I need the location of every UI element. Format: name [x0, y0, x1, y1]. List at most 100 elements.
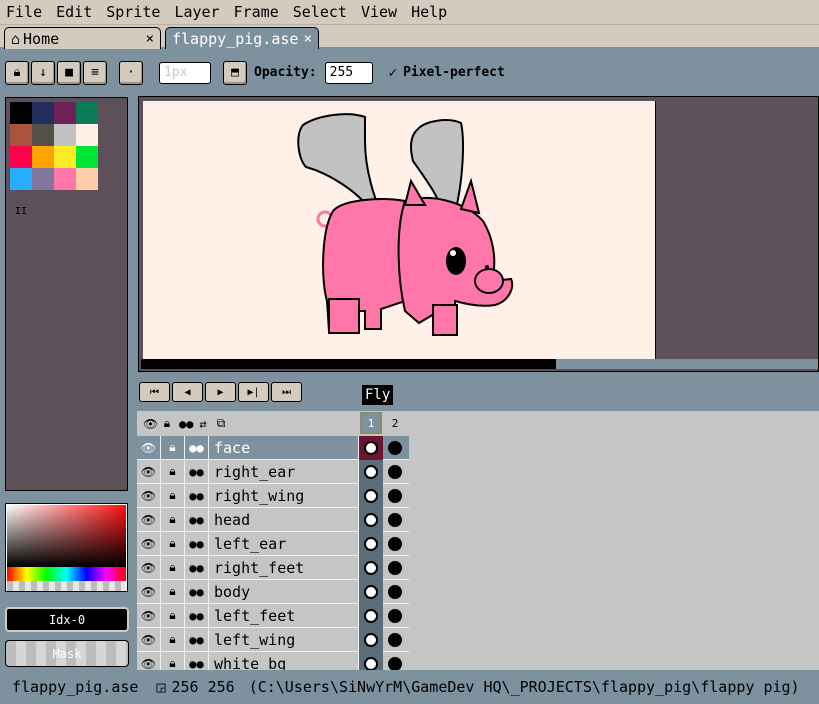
cel-frame-2[interactable] — [383, 604, 407, 628]
layer-row[interactable]: 👁︎ 🔒︎ ●● right_feet — [137, 555, 409, 580]
layer-name[interactable]: right_feet — [209, 555, 359, 580]
pixel-perfect-checkbox[interactable]: ✓ Pixel-perfect — [389, 65, 505, 81]
layer-row[interactable]: 👁︎ 🔒︎ ●● face — [137, 435, 409, 460]
layer-name[interactable]: left_ear — [209, 531, 359, 556]
lock-icon[interactable]: 🔒︎ — [5, 60, 29, 85]
layer-name[interactable]: body — [209, 579, 359, 604]
lock-icon[interactable]: 🔒︎ — [161, 416, 173, 431]
layer-row[interactable]: 👁︎ 🔒︎ ●● body — [137, 579, 409, 604]
lock-icon[interactable]: 🔒︎ — [161, 531, 185, 556]
continuous-icon[interactable]: ●● — [185, 459, 209, 484]
palette-swatch[interactable] — [76, 146, 98, 168]
lock-icon[interactable]: 🔒︎ — [161, 603, 185, 628]
menu-frame[interactable]: Frame — [227, 0, 286, 25]
frame-header-2[interactable]: 2 — [384, 412, 406, 434]
foreground-color-index[interactable]: Idx-0 — [5, 607, 129, 632]
layer-row[interactable]: 👁︎ 🔒︎ ●● head — [137, 507, 409, 532]
lock-icon[interactable]: 🔒︎ — [161, 579, 185, 604]
cel-frame-2[interactable] — [383, 580, 407, 604]
menu-edit[interactable]: Edit — [49, 0, 99, 25]
eye-icon[interactable]: 👁︎ — [137, 603, 161, 628]
continuous-icon[interactable]: ●● — [185, 483, 209, 508]
continuous-icon[interactable]: ●● — [185, 555, 209, 580]
palette-swatch[interactable] — [54, 102, 76, 124]
menu-lines-icon[interactable]: ≡ — [83, 60, 107, 85]
lock-icon[interactable]: 🔒︎ — [161, 507, 185, 532]
play-icon[interactable]: ▶ — [205, 382, 236, 402]
next-frame-icon[interactable]: ▶| — [238, 382, 269, 402]
palette-swatch[interactable] — [32, 168, 54, 190]
layer-name[interactable]: right_wing — [209, 483, 359, 508]
palette-swatch[interactable] — [10, 146, 32, 168]
previous-frame-icon[interactable]: ◀ — [172, 382, 203, 402]
layer-row[interactable]: 👁︎ 🔒︎ ●● right_wing — [137, 483, 409, 508]
eye-icon[interactable]: 👁︎ — [137, 579, 161, 604]
palette-swatch[interactable] — [10, 168, 32, 190]
menu-view[interactable]: View — [354, 0, 404, 25]
lock-icon[interactable]: 🔒︎ — [161, 627, 185, 652]
saturation-value-box[interactable] — [7, 505, 126, 567]
layer-name[interactable]: left_wing — [209, 627, 359, 652]
close-icon[interactable]: × — [304, 31, 312, 47]
palette-more-indicator[interactable]: II — [15, 206, 27, 217]
menu-help[interactable]: Help — [404, 0, 454, 25]
cel-frame-1[interactable] — [359, 627, 383, 652]
eye-icon[interactable]: 👁︎ — [137, 507, 161, 532]
layer-name[interactable]: head — [209, 507, 359, 532]
close-icon[interactable]: × — [146, 31, 154, 47]
opacity-input[interactable]: 255 — [324, 61, 373, 84]
frame-header-1[interactable]: 1 — [360, 412, 382, 434]
cel-frame-2[interactable] — [383, 628, 407, 652]
eye-icon[interactable]: 👁︎ — [137, 483, 161, 508]
layer-row[interactable]: 👁︎ 🔒︎ ●● left_feet — [137, 603, 409, 628]
animation-tag[interactable]: Fly — [362, 385, 394, 405]
eye-icon[interactable]: 👁︎ — [137, 459, 161, 484]
palette-swatch[interactable] — [32, 146, 54, 168]
cel-frame-2[interactable] — [383, 436, 407, 460]
lock-icon[interactable]: 🔒︎ — [161, 435, 185, 460]
square-brush-icon[interactable]: ■ — [57, 60, 81, 85]
scrollbar-thumb[interactable] — [141, 359, 556, 369]
layer-name[interactable]: face — [209, 435, 359, 460]
palette-swatch[interactable] — [10, 124, 32, 146]
eye-icon[interactable]: 👁︎ — [137, 531, 161, 556]
sprite-canvas[interactable] — [143, 101, 656, 359]
palette-swatch[interactable] — [76, 102, 98, 124]
continuous-icon[interactable]: ●● — [185, 531, 209, 556]
menu-layer[interactable]: Layer — [167, 0, 226, 25]
cel-frame-1[interactable] — [359, 507, 383, 532]
cel-frame-2[interactable] — [383, 484, 407, 508]
color-picker[interactable] — [5, 503, 128, 592]
menu-sprite[interactable]: Sprite — [99, 0, 167, 25]
palette-swatch[interactable] — [32, 124, 54, 146]
lock-icon[interactable]: 🔒︎ — [161, 555, 185, 580]
palette-swatch[interactable] — [76, 124, 98, 146]
layer-row[interactable]: 👁︎ 🔒︎ ●● right_ear — [137, 459, 409, 484]
hue-slider[interactable] — [7, 567, 126, 581]
eye-icon[interactable]: 👁︎ — [137, 627, 161, 652]
cel-frame-2[interactable] — [383, 532, 407, 556]
onion-skin-icon[interactable]: ⧉ — [215, 416, 227, 431]
palette-swatch[interactable] — [54, 168, 76, 190]
cel-frame-1[interactable] — [359, 531, 383, 556]
background-color-mask[interactable]: Mask — [5, 640, 129, 667]
tab-home[interactable]: ⌂ Home × — [4, 27, 161, 49]
palette-swatch[interactable] — [10, 102, 32, 124]
link-cels-icon[interactable]: ⇄ — [197, 417, 209, 431]
tab-flappy-pig[interactable]: flappy_pig.ase × — [165, 27, 319, 49]
circle-brush-icon[interactable]: · — [119, 60, 143, 85]
continuous-icon[interactable]: ●● — [185, 435, 209, 460]
cel-frame-2[interactable] — [383, 508, 407, 532]
first-frame-icon[interactable]: ⏮ — [139, 382, 170, 402]
cel-frame-1[interactable] — [359, 483, 383, 508]
cel-frame-1[interactable] — [359, 435, 383, 460]
cel-frame-1[interactable] — [359, 555, 383, 580]
cel-frame-1[interactable] — [359, 603, 383, 628]
menu-file[interactable]: File — [0, 0, 49, 25]
continuous-icon[interactable]: ●● — [185, 507, 209, 532]
arrow-down-icon[interactable]: ↓ — [31, 60, 55, 85]
layer-row[interactable]: 👁︎ 🔒︎ ●● left_wing — [137, 627, 409, 652]
layer-name[interactable]: left_feet — [209, 603, 359, 628]
eye-icon[interactable]: 👁︎ — [137, 555, 161, 580]
layer-row[interactable]: 👁︎ 🔒︎ ●● left_ear — [137, 531, 409, 556]
